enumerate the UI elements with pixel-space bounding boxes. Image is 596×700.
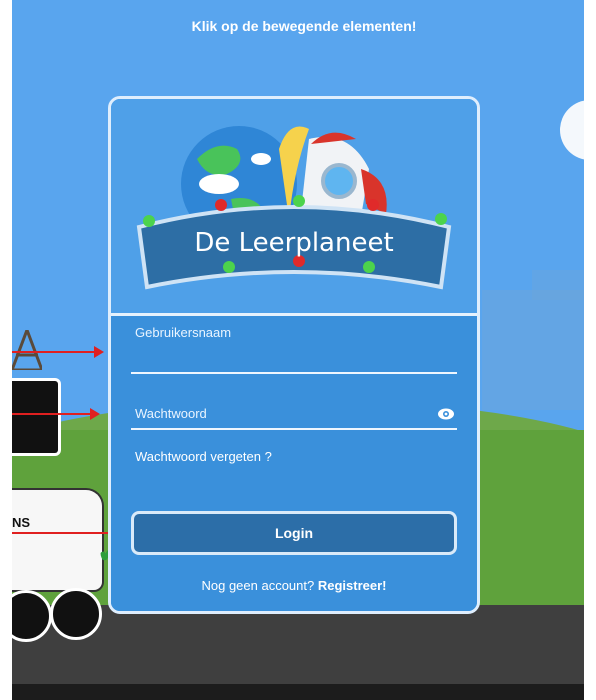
car-label: NS bbox=[12, 515, 31, 530]
login-button[interactable]: Login bbox=[131, 511, 457, 555]
forgot-password-link[interactable]: Wachtwoord vergeten ? bbox=[135, 449, 272, 464]
eye-icon[interactable] bbox=[437, 407, 455, 421]
tower-icon[interactable] bbox=[12, 330, 42, 370]
leerplaneet-logo-icon: De Leerplaneet bbox=[136, 126, 452, 290]
pointer-arrow bbox=[12, 527, 126, 539]
register-link[interactable]: Registreer! bbox=[318, 578, 387, 593]
page-margin bbox=[584, 0, 596, 700]
username-label: Gebruikersnaam bbox=[135, 325, 232, 340]
password-underline bbox=[131, 428, 457, 430]
register-line: Nog geen account? Registreer! bbox=[111, 578, 477, 593]
wheel-icon[interactable] bbox=[50, 588, 102, 640]
login-card: De Leerplaneet Gebruikersnaam Wachtwoord… bbox=[108, 96, 480, 614]
background-building bbox=[482, 290, 596, 410]
car[interactable] bbox=[12, 488, 104, 592]
instruction-text: Klik op de bewegende elementen! bbox=[191, 18, 417, 34]
pointer-arrow bbox=[12, 408, 100, 420]
logo-area: De Leerplaneet bbox=[111, 99, 477, 313]
password-input[interactable] bbox=[131, 399, 431, 425]
no-account-text: Nog geen account? bbox=[201, 578, 318, 593]
bottom-bar bbox=[12, 684, 596, 700]
logo-text: De Leerplaneet bbox=[194, 228, 393, 258]
pointer-arrow bbox=[12, 346, 104, 358]
billboard[interactable] bbox=[12, 378, 61, 456]
username-input[interactable] bbox=[131, 347, 461, 373]
username-underline bbox=[131, 372, 457, 374]
